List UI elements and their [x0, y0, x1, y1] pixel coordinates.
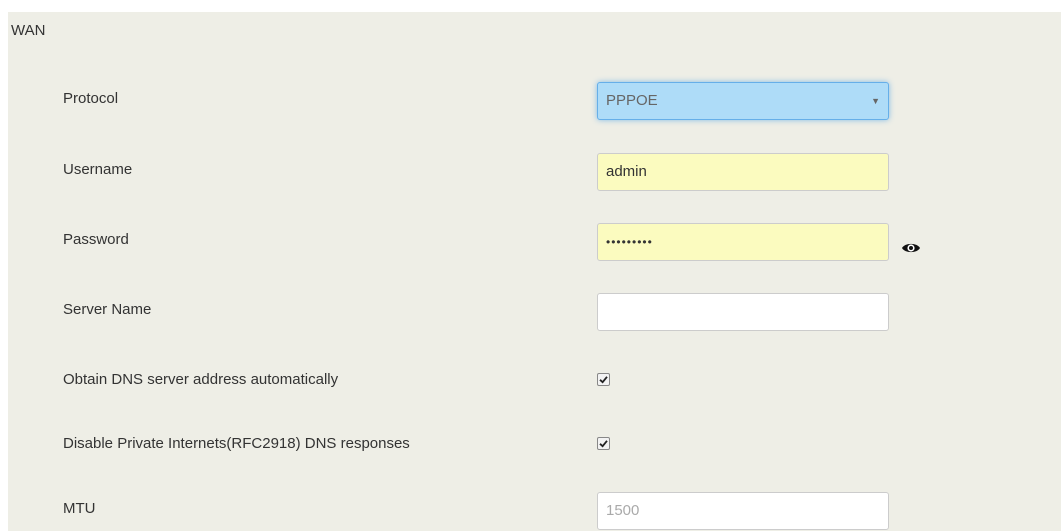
- obtain-dns-label: Obtain DNS server address automatically: [63, 371, 339, 388]
- mtu-field[interactable]: 1500: [597, 492, 889, 530]
- section-title: WAN: [11, 22, 46, 39]
- server-name-field[interactable]: [597, 293, 889, 331]
- protocol-label: Protocol: [63, 90, 119, 107]
- checkmark-icon: [599, 440, 608, 448]
- wan-panel: WAN Protocol PPPOE ▼ Username admin Pass…: [8, 12, 1061, 531]
- chevron-down-icon: ▼: [871, 96, 880, 106]
- password-field[interactable]: •••••••••: [597, 223, 889, 261]
- protocol-selected-value: PPPOE: [606, 92, 658, 109]
- checkmark-icon: [599, 376, 608, 384]
- disable-private-dns-checkbox[interactable]: [597, 437, 610, 450]
- username-label: Username: [63, 161, 133, 178]
- password-label: Password: [63, 231, 129, 248]
- username-field[interactable]: admin: [597, 153, 889, 191]
- disable-private-dns-label: Disable Private Internets(RFC2918) DNS r…: [63, 435, 410, 452]
- eye-icon[interactable]: [901, 241, 921, 255]
- obtain-dns-checkbox[interactable]: [597, 373, 610, 386]
- protocol-select[interactable]: PPPOE ▼: [597, 82, 889, 120]
- server-name-label: Server Name: [63, 301, 152, 318]
- mtu-label: MTU: [63, 500, 96, 517]
